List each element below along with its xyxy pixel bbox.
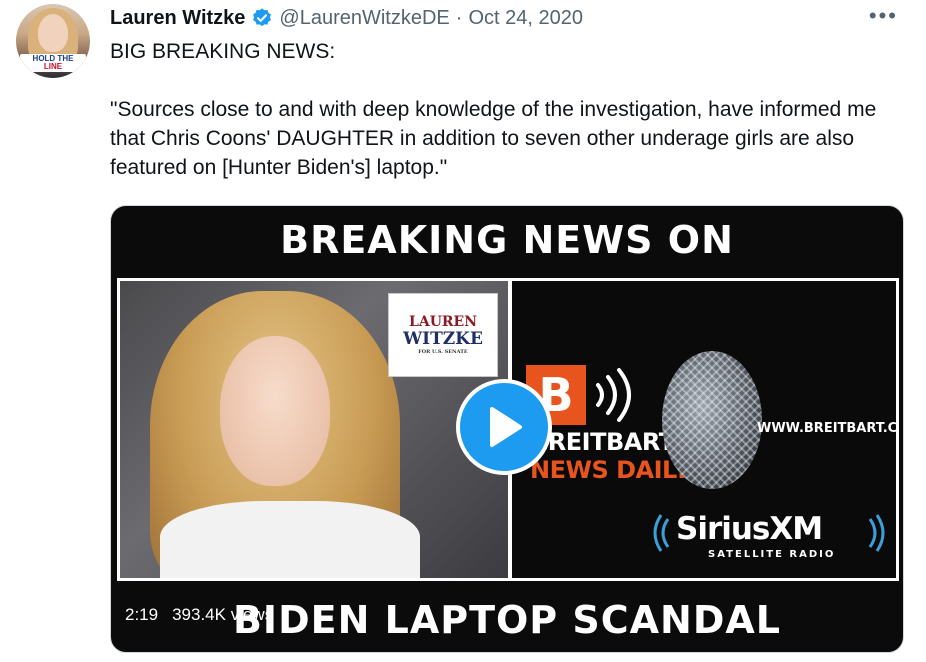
tweet-text: BIG BREAKING NEWS: "Sources close to and… bbox=[110, 37, 890, 182]
tweet-text-line1: BIG BREAKING NEWS: bbox=[110, 40, 336, 63]
play-button[interactable] bbox=[456, 379, 552, 475]
portrait-face bbox=[220, 336, 330, 486]
campaign-sign-line1: LAUREN bbox=[408, 314, 478, 330]
header-separator: · bbox=[455, 6, 463, 29]
microphone-icon bbox=[662, 351, 762, 489]
tweet-text-quote: "Sources close to and with deep knowledg… bbox=[110, 98, 877, 179]
tweet-date[interactable]: Oct 24, 2020 bbox=[468, 7, 583, 30]
play-icon bbox=[490, 407, 522, 447]
more-options-icon[interactable]: ••• bbox=[869, 5, 898, 27]
breitbart-url: WWW.BREITBART.COM bbox=[757, 421, 898, 436]
avatar-badge-line2: LINE bbox=[43, 62, 63, 71]
campaign-sign-line3: FOR U.S. SENATE bbox=[418, 349, 468, 355]
video-views: 393.4K views bbox=[172, 605, 274, 624]
portrait-shirt bbox=[160, 501, 420, 578]
author-name[interactable]: Lauren Witzke bbox=[110, 7, 245, 30]
siriusxm-subtitle: SATELLITE RADIO bbox=[708, 549, 836, 560]
tweet-header: Lauren Witzke @LaurenWitzkeDE · Oct 24, … bbox=[110, 4, 583, 32]
video-player[interactable]: BREAKING NEWS ON LAUREN WITZKE FOR U.S. … bbox=[110, 205, 904, 653]
breitbart-name: BREITBART bbox=[530, 428, 675, 456]
avatar-badge: HOLD THE LINE bbox=[20, 54, 86, 72]
campaign-sign-line2: WITZKE bbox=[403, 329, 483, 349]
author-avatar[interactable]: HOLD THE LINE bbox=[16, 4, 90, 78]
video-breitbart-panel: B BREITBART NEWS DAILY WWW.BREITBART.COM… bbox=[509, 278, 899, 581]
avatar-face bbox=[38, 14, 68, 52]
video-portrait-panel: LAUREN WITZKE FOR U.S. SENATE bbox=[117, 278, 511, 581]
breitbart-show-name: NEWS DAILY bbox=[530, 456, 690, 484]
broadcast-waves-icon bbox=[596, 368, 631, 422]
tweet: HOLD THE LINE Lauren Witzke @LaurenWitzk… bbox=[0, 0, 926, 662]
video-top-banner: BREAKING NEWS ON bbox=[280, 218, 734, 262]
siriusxm-logo: SiriusXM SATELLITE RADIO bbox=[652, 509, 888, 561]
siriusxm-right-waves-icon bbox=[868, 514, 885, 552]
siriusxm-wordmark: SiriusXM bbox=[676, 511, 823, 547]
author-handle[interactable]: @LaurenWitzkeDE bbox=[279, 7, 449, 30]
video-duration: 2:19 bbox=[125, 605, 159, 624]
campaign-sign: LAUREN WITZKE FOR U.S. SENATE bbox=[388, 293, 498, 377]
video-meta: 2:19 393.4K views bbox=[125, 602, 273, 628]
verified-badge-icon bbox=[251, 7, 273, 29]
siriusxm-left-waves-icon bbox=[653, 514, 670, 552]
